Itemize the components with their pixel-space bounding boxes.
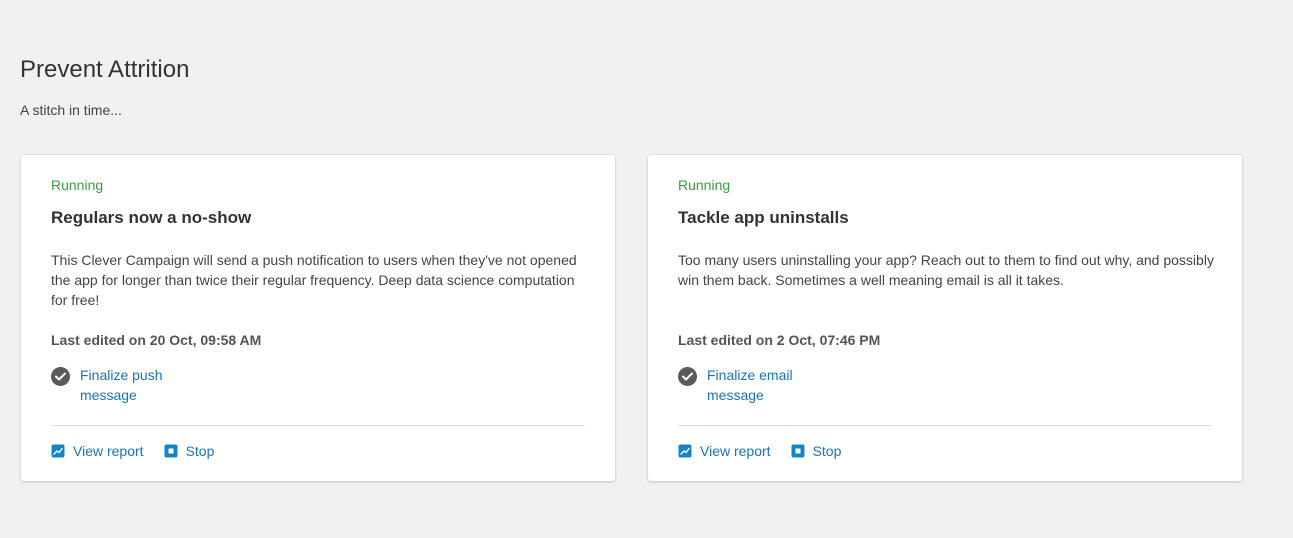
last-edited: Last edited on 20 Oct, 09:58 AM (51, 332, 262, 348)
card-description: This Clever Campaign will send a push no… (51, 252, 577, 308)
view-report-label: View report (700, 443, 771, 459)
task-item: Finalize push message (51, 365, 180, 405)
section-header: Prevent Attrition A stitch in time... (20, 56, 189, 119)
chart-icon (678, 444, 692, 458)
view-report-label: View report (73, 443, 144, 459)
stop-button[interactable]: Stop (164, 442, 215, 460)
card-title: Tackle app uninstalls (678, 208, 849, 227)
check-circle-icon (678, 367, 697, 386)
divider (51, 425, 585, 426)
stop-label: Stop (812, 443, 842, 459)
card-actions: View report Stop (51, 442, 234, 460)
stop-icon (164, 444, 178, 458)
last-edited: Last edited on 2 Oct, 07:46 PM (678, 332, 881, 348)
finalize-push-message-link[interactable]: Finalize push message (80, 365, 180, 405)
finalize-email-message-link[interactable]: Finalize email message (707, 365, 807, 405)
section-subtitle: A stitch in time... (20, 102, 122, 118)
stop-label: Stop (185, 443, 215, 459)
view-report-button[interactable]: View report (51, 442, 144, 460)
view-report-button[interactable]: View report (678, 442, 771, 460)
card-title: Regulars now a no-show (51, 208, 252, 227)
stop-button[interactable]: Stop (791, 442, 842, 460)
status-badge: Running (678, 177, 731, 193)
task-item: Finalize email message (678, 365, 807, 405)
stop-icon (791, 444, 805, 458)
campaign-card-app-uninstalls: Running Tackle app uninstalls Too many u… (648, 155, 1242, 481)
card-actions: View report Stop (678, 442, 861, 460)
section-title: Prevent Attrition (20, 56, 190, 83)
card-description: Too many users uninstalling your app? Re… (678, 252, 1214, 288)
divider (678, 425, 1212, 426)
status-badge: Running (51, 177, 104, 193)
chart-icon (51, 444, 65, 458)
check-circle-icon (51, 367, 70, 386)
campaign-card-regulars-no-show: Running Regulars now a no-show This Clev… (21, 155, 615, 481)
